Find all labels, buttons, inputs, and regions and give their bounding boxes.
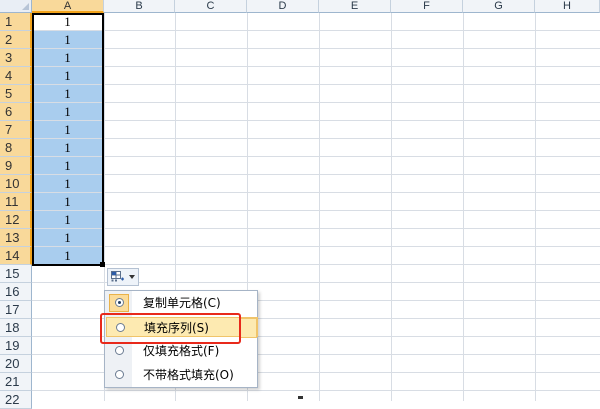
radio-icon (115, 346, 124, 355)
row-header[interactable]: 18 (0, 319, 32, 337)
row-header[interactable]: 12 (0, 211, 32, 229)
fill-handle[interactable] (100, 262, 105, 267)
row-header[interactable]: 1 (0, 13, 32, 31)
menu-item-fill-formatting-only[interactable]: 仅填充格式(F) (106, 341, 258, 361)
select-all-corner[interactable] (0, 0, 32, 13)
cell-a14[interactable]: 1 (33, 247, 102, 264)
column-header-a[interactable]: A (32, 0, 104, 13)
radio-icon (115, 370, 124, 379)
cell-a7[interactable]: 1 (33, 121, 102, 138)
cell-a4[interactable]: 1 (33, 67, 102, 84)
column-header-g[interactable]: G (463, 0, 535, 13)
row-header[interactable]: 22 (0, 391, 32, 409)
cell-a6[interactable]: 1 (33, 103, 102, 120)
row-header[interactable]: 20 (0, 355, 32, 373)
chevron-down-icon (129, 275, 135, 279)
scroll-marker (298, 396, 303, 399)
radio-selected-icon (115, 298, 124, 307)
column-header-c[interactable]: C (175, 0, 247, 13)
column-header-d[interactable]: D (247, 0, 319, 13)
row-header[interactable]: 10 (0, 175, 32, 193)
cell-a12[interactable]: 1 (33, 211, 102, 228)
cell-a8[interactable]: 1 (33, 139, 102, 156)
cell-a10[interactable]: 1 (33, 175, 102, 192)
row-header[interactable]: 17 (0, 301, 32, 319)
row-header[interactable]: 15 (0, 265, 32, 283)
row-header[interactable]: 8 (0, 139, 32, 157)
column-header-b[interactable]: B (104, 0, 175, 13)
row-header[interactable]: 11 (0, 193, 32, 211)
autofill-options-menu: 复制单元格(C) 填充序列(S) 仅填充格式(F) 不带格式填充(O) (104, 290, 258, 388)
cell-a13[interactable]: 1 (33, 229, 102, 246)
radio-icon (116, 323, 125, 332)
row-header[interactable]: 9 (0, 157, 32, 175)
column-header-h[interactable]: H (535, 0, 600, 13)
row-header[interactable]: 7 (0, 121, 32, 139)
menu-item-copy-cells[interactable]: 复制单元格(C) (106, 293, 258, 313)
row-header[interactable]: 13 (0, 229, 32, 247)
cell-a9[interactable]: 1 (33, 157, 102, 174)
column-header-e[interactable]: E (319, 0, 391, 13)
row-header[interactable]: 16 (0, 283, 32, 301)
row-header[interactable]: 19 (0, 337, 32, 355)
row-header[interactable]: 6 (0, 103, 32, 121)
autofill-options-icon (111, 271, 124, 282)
row-header[interactable]: 14 (0, 247, 32, 265)
column-header-f[interactable]: F (391, 0, 463, 13)
spreadsheet-grid[interactable]: A B C D E F G H 1 2 3 4 5 6 7 8 9 10 11 … (0, 0, 600, 409)
cell-a5[interactable]: 1 (33, 85, 102, 102)
cell-a1[interactable]: 1 (33, 13, 102, 30)
row-header[interactable]: 5 (0, 85, 32, 103)
hover-highlight-edge (241, 318, 257, 338)
cell-a3[interactable]: 1 (33, 49, 102, 66)
cell-a11[interactable]: 1 (33, 193, 102, 210)
autofill-options-button[interactable] (107, 268, 139, 286)
row-header[interactable]: 4 (0, 67, 32, 85)
row-header[interactable]: 21 (0, 373, 32, 391)
menu-item-fill-series[interactable]: 填充序列(S) (106, 317, 258, 337)
row-header[interactable]: 2 (0, 31, 32, 49)
menu-item-fill-without-formatting[interactable]: 不带格式填充(O) (106, 365, 258, 385)
cell-a2[interactable]: 1 (33, 31, 102, 48)
row-header[interactable]: 3 (0, 49, 32, 67)
